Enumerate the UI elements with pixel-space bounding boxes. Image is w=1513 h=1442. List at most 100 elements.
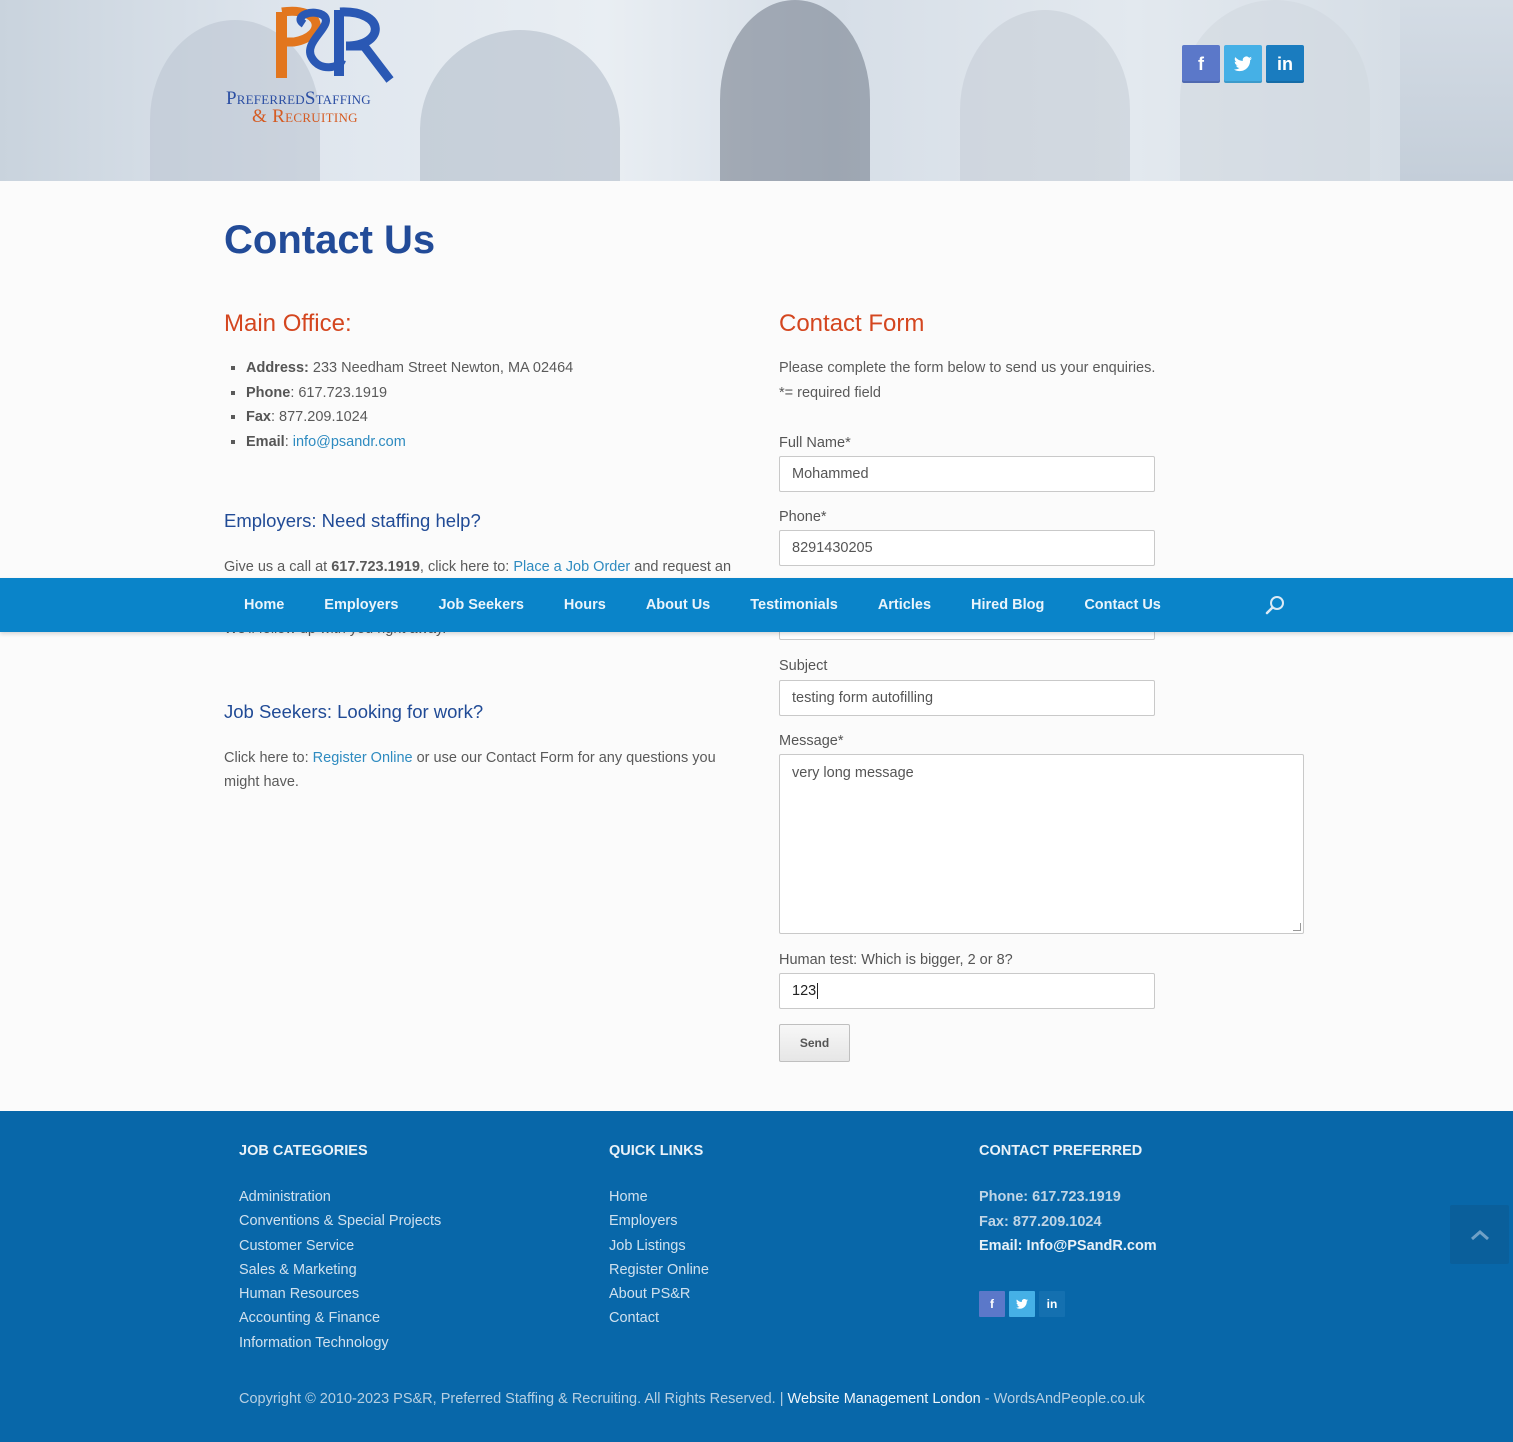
footer-link[interactable]: Register Online [609,1258,709,1282]
header-banner-edge [1400,0,1513,181]
send-button[interactable]: Send [779,1024,850,1062]
form-intro-text: Please complete the form below to send u… [779,360,1156,376]
full-name-label: Full Name* [779,435,851,451]
email-separator: : [284,433,293,450]
footer-fax: Fax: 877.209.1024 [979,1210,1157,1235]
job-categories-heading: JOB CATEGORIES [239,1143,368,1159]
address-value: 233 Needham Street Newton, MA 02464 [308,360,574,376]
main-office-section: Main Office: Address: 233 Needham Street… [224,310,754,454]
nav-item-contact-us[interactable]: Contact Us [1064,578,1181,632]
footer-fax-value: 877.209.1024 [1008,1213,1102,1230]
job-categories-list: Administration Conventions & Special Pro… [239,1185,441,1355]
subject-input[interactable]: testing form autofilling [779,680,1155,716]
footer-contact-details: Phone: 617.723.1919 Fax: 877.209.1024 Em… [979,1185,1157,1259]
main-navigation: Home Employers Job Seekers Hours About U… [0,578,1513,632]
fax-value: : 877.209.1024 [271,409,368,425]
facebook-icon[interactable]: f [1182,45,1220,83]
footer-email-link[interactable]: Info@PSandR.com [1023,1238,1157,1254]
footer-link[interactable]: Customer Service [239,1234,441,1258]
footer-phone-label: Phone: [979,1189,1029,1205]
footer-link[interactable]: Conventions & Special Projects [239,1209,441,1233]
footer-link[interactable]: Administration [239,1185,441,1209]
copyright-line: Copyright © 2010-2023 PS&R, Preferred St… [239,1391,1145,1407]
footer-link[interactable]: Employers [609,1209,709,1233]
footer-link[interactable]: Sales & Marketing [239,1258,441,1282]
list-item: Address: 233 Needham Street Newton, MA 0… [246,356,754,381]
subject-label: Subject [779,658,828,674]
full-name-input[interactable]: Mohammed [779,456,1155,492]
footer-email: Email: Info@PSandR.com [979,1234,1157,1259]
job-seekers-heading: Job Seekers: Looking for work? [224,701,484,722]
nav-menu: Home Employers Job Seekers Hours About U… [224,578,1181,632]
search-icon[interactable] [1264,594,1286,616]
credit-site: WordsAndPeople.co.uk [993,1391,1145,1407]
job-seekers-text: Click here to: Register Online or use ou… [224,746,754,794]
textarea-resize-handle[interactable] [1293,923,1301,931]
place-job-order-link[interactable]: Place a Job Order [513,559,630,575]
chevron-up-icon [1470,1229,1489,1240]
nav-item-hired-blog[interactable]: Hired Blog [951,578,1064,632]
address-label: Address: [246,360,309,376]
footer-job-categories: JOB CATEGORIES Administration Convention… [239,1143,441,1355]
list-item: Email: info@psandr.com [246,430,754,455]
message-label: Message* [779,733,844,749]
email-link[interactable]: info@psandr.com [293,434,406,450]
footer-phone-value: 617.723.1919 [1028,1189,1121,1205]
credit-separator: - [980,1391,994,1407]
message-value: very long message [792,765,914,781]
linkedin-icon[interactable]: in [1039,1291,1065,1317]
nav-item-home[interactable]: Home [224,578,304,632]
nav-item-job-seekers[interactable]: Job Seekers [418,578,543,632]
contact-form-section: Contact Form Please complete the form be… [779,310,1309,405]
office-details-list: Address: 233 Needham Street Newton, MA 0… [246,356,754,454]
human-test-input[interactable]: 123 [779,973,1155,1009]
human-test-label: Human test: Which is bigger, 2 or 8? [779,952,1013,968]
footer-link[interactable]: Information Technology [239,1331,441,1355]
employers-heading: Employers: Need staffing help? [224,510,481,531]
footer-contact: CONTACT PREFERRED Phone: 617.723.1919 Fa… [979,1143,1157,1259]
site-header: PreferredStaffing & Recruiting f in [0,0,1513,181]
contact-preferred-heading: CONTACT PREFERRED [979,1143,1143,1159]
footer-link[interactable]: Job Listings [609,1234,709,1258]
human-test-value: 123 [792,983,817,999]
footer-email-label: Email: [979,1238,1023,1254]
employers-text-part: and request an [630,559,732,575]
full-name-value: Mohammed [792,466,869,482]
twitter-icon[interactable] [1009,1291,1035,1317]
back-to-top-button[interactable] [1450,1205,1509,1264]
credit-link[interactable]: Website Management London [788,1391,981,1407]
twitter-icon[interactable] [1224,45,1262,83]
facebook-icon[interactable]: f [979,1291,1005,1317]
footer-link[interactable]: Accounting & Finance [239,1306,441,1330]
nav-item-about-us[interactable]: About Us [626,578,730,632]
nav-item-articles[interactable]: Articles [858,578,951,632]
footer-quick-links: QUICK LINKS Home Employers Job Listings … [609,1143,709,1331]
footer-social-links: f in [979,1291,1065,1317]
phone-field-label: Phone* [779,509,827,525]
nav-item-testimonials[interactable]: Testimonials [730,578,858,632]
footer-link[interactable]: Home [609,1185,709,1209]
footer-link[interactable]: Human Resources [239,1282,441,1306]
footer-link[interactable]: Contact [609,1306,709,1330]
footer-fax-label: Fax: [979,1213,1009,1230]
main-office-heading: Main Office: [224,310,352,337]
site-logo[interactable]: PreferredStaffing & Recruiting [226,6,426,127]
contact-form-intro: Please complete the form below to send u… [779,356,1309,405]
list-item: Fax: 877.209.1024 [246,405,754,430]
footer-link[interactable]: About PS&R [609,1282,709,1306]
message-textarea[interactable]: very long message [779,754,1304,934]
register-online-link[interactable]: Register Online [313,750,413,766]
phone-label: Phone [246,384,291,401]
phone-input[interactable]: 8291430205 [779,530,1155,566]
employers-text: Give us a call at 617.723.1919, click he… [224,555,754,579]
linkedin-icon[interactable]: in [1266,45,1304,83]
header-social-links: f in [1182,45,1304,83]
quick-links-heading: QUICK LINKS [609,1143,704,1159]
phone-input-value: 8291430205 [792,540,873,556]
nav-item-employers[interactable]: Employers [304,578,418,632]
nav-item-hours[interactable]: Hours [544,578,626,632]
phone-value: : 617.723.1919 [290,384,388,401]
text-cursor [817,983,819,999]
header-banner-photo [0,0,1400,181]
employers-text-part: Give us a call at [224,559,332,575]
